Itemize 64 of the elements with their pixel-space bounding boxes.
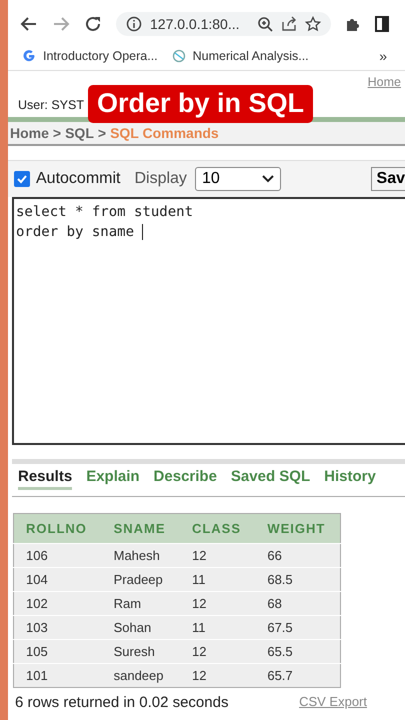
reload-icon[interactable] — [84, 15, 102, 33]
sql-editor[interactable]: select * from student order by sname — [12, 197, 405, 445]
table-cell: Pradeep — [102, 568, 180, 592]
table-cell: 68 — [255, 592, 340, 616]
table-cell: 66 — [255, 544, 340, 568]
info-icon — [126, 16, 142, 32]
url-text: 127.0.0.1:80... — [150, 16, 241, 32]
g-logo-icon — [22, 49, 36, 63]
table-cell: 11 — [180, 568, 256, 592]
more-bookmarks[interactable]: » — [379, 48, 395, 64]
table-cell: 65.7 — [255, 664, 340, 688]
chevron-icon — [262, 175, 274, 183]
user-label: User: SYST — [18, 98, 84, 112]
tab[interactable]: History — [324, 468, 376, 490]
table-cell: 105 — [14, 640, 102, 664]
table-cell: sandeep — [102, 664, 180, 688]
home-link[interactable]: Home — [368, 75, 401, 89]
tab[interactable]: Explain — [86, 468, 140, 490]
table-cell: 103 — [14, 616, 102, 640]
tab[interactable]: Saved SQL — [230, 468, 310, 490]
column-header: ROLLNO — [14, 514, 102, 544]
share-icon[interactable] — [281, 16, 297, 32]
breadcrumb-link[interactable]: Home — [10, 125, 49, 141]
table-cell: 67.5 — [255, 616, 340, 640]
table-cell: 11 — [180, 616, 256, 640]
table-cell: Ram — [102, 592, 180, 616]
bookmark[interactable]: Introductory Opera... — [22, 49, 158, 63]
table-cell: 106 — [14, 544, 102, 568]
status-text: 6 rows returned in 0.02 seconds — [15, 694, 228, 711]
column-header: SNAME — [102, 514, 180, 544]
table-cell: Sohan — [102, 616, 180, 640]
table-cell: 12 — [180, 640, 256, 664]
breadcrumb-separator: > — [52, 125, 62, 141]
address-bar[interactable]: 127.0.0.1:80... — [116, 12, 331, 36]
csv-export-link[interactable]: CSV Export — [299, 694, 367, 711]
puzzle-icon[interactable] — [345, 16, 361, 32]
back-icon[interactable] — [20, 15, 38, 33]
table-cell: 12 — [180, 592, 256, 616]
breadcrumb-link[interactable]: SQL — [65, 125, 94, 141]
checkbox[interactable] — [14, 171, 30, 187]
tab[interactable]: Describe — [154, 468, 217, 490]
checkmark-icon — [16, 173, 28, 185]
sidebar-icon[interactable] — [375, 16, 389, 32]
table-cell: 12 — [180, 544, 256, 568]
checkbox-label: Autocommit — [36, 170, 120, 188]
save-button[interactable]: Sav — [370, 167, 405, 191]
column-header: CLASS — [180, 514, 256, 544]
bookmark[interactable]: Numerical Analysis... — [172, 49, 309, 63]
tab[interactable]: Results — [18, 468, 72, 490]
display-select[interactable]: 10 — [194, 167, 281, 191]
table-cell: 104 — [14, 568, 102, 592]
table-cell: Mahesh — [102, 544, 180, 568]
table-cell: 65.5 — [255, 640, 340, 664]
table-cell: 101 — [14, 664, 102, 688]
star-icon[interactable] — [305, 16, 321, 32]
title-banner: Order by in SQL — [88, 85, 314, 123]
table-cell: 102 — [14, 592, 102, 616]
table-cell: 12 — [180, 664, 256, 688]
column-header: WEIGHT — [255, 514, 340, 544]
breadcrumb-separator: > — [98, 125, 106, 141]
table-cell: Suresh — [102, 640, 180, 664]
table-cell: 68.5 — [255, 568, 340, 592]
display-label: Display — [134, 170, 187, 188]
zoom-icon[interactable] — [257, 16, 273, 32]
